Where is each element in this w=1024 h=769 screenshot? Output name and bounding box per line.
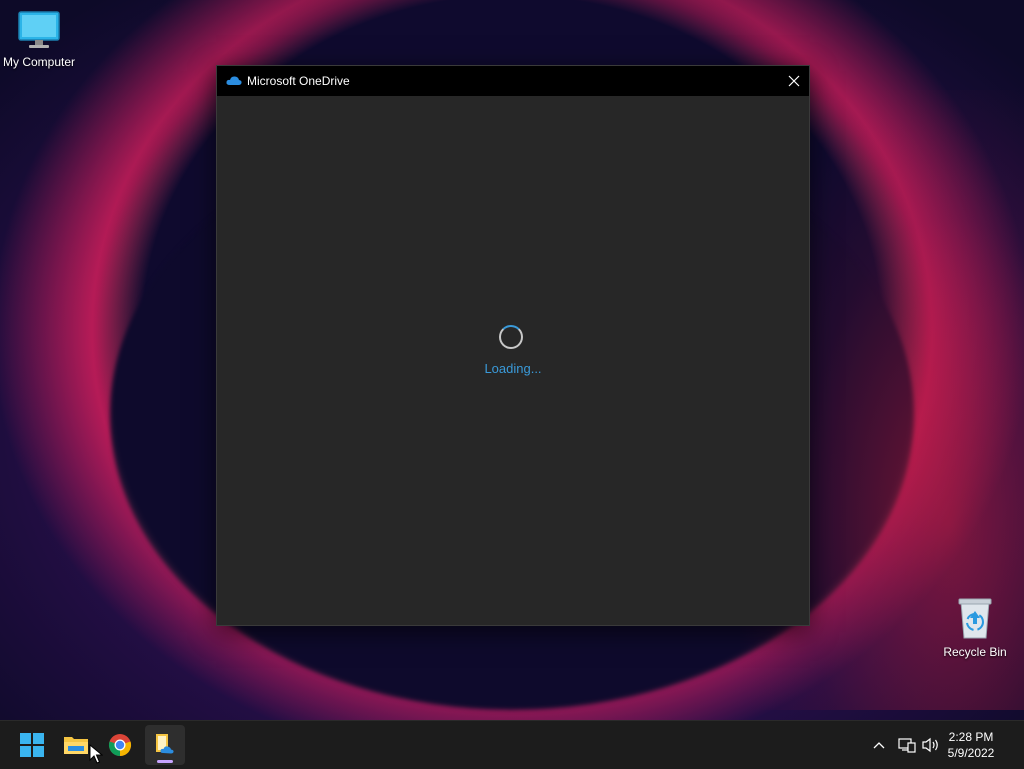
close-icon [788,75,800,87]
network-button[interactable] [897,733,917,757]
close-button[interactable] [779,66,809,96]
desktop-icon-recycle-bin[interactable]: Recycle Bin [937,596,1013,659]
mouse-cursor-icon [89,744,103,764]
onedrive-setup-icon [156,734,174,754]
recycle-bin-icon [958,598,992,639]
folder-icon [64,737,88,754]
network-icon [898,738,916,753]
clock-date: 5/9/2022 [947,746,995,760]
taskbar-onedrive-setup[interactable] [145,725,185,765]
active-app-indicator [157,760,173,763]
taskbar-chrome[interactable] [100,725,140,765]
chrome-icon [108,734,132,757]
clock-time: 2:28 PM [948,730,994,744]
loading-text: Loading... [484,361,542,376]
window-title: Microsoft OneDrive [247,74,350,88]
desktop-icon-my-computer[interactable]: My Computer [1,10,77,69]
window-titlebar[interactable]: Microsoft OneDrive [217,66,809,96]
taskbar: 2:28 PM 5/9/2022 [0,720,1024,769]
onedrive-cloud-icon [226,76,242,85]
loading-spinner [499,325,523,349]
start-button[interactable] [12,725,52,765]
desktop-icon-label: My Computer [2,55,76,69]
desktop: My Computer Recycle Bin Microsoft OneDri… [0,0,1024,720]
monitor-icon [18,11,60,48]
show-hidden-icons-button[interactable] [870,733,888,757]
windows-start-icon [20,733,44,757]
desktop-icon-label: Recycle Bin [943,645,1007,659]
onedrive-window: Microsoft OneDrive Loading... [216,65,810,626]
taskbar-clock[interactable]: 2:28 PM 5/9/2022 [936,729,1006,761]
chevron-up-icon [873,742,885,749]
